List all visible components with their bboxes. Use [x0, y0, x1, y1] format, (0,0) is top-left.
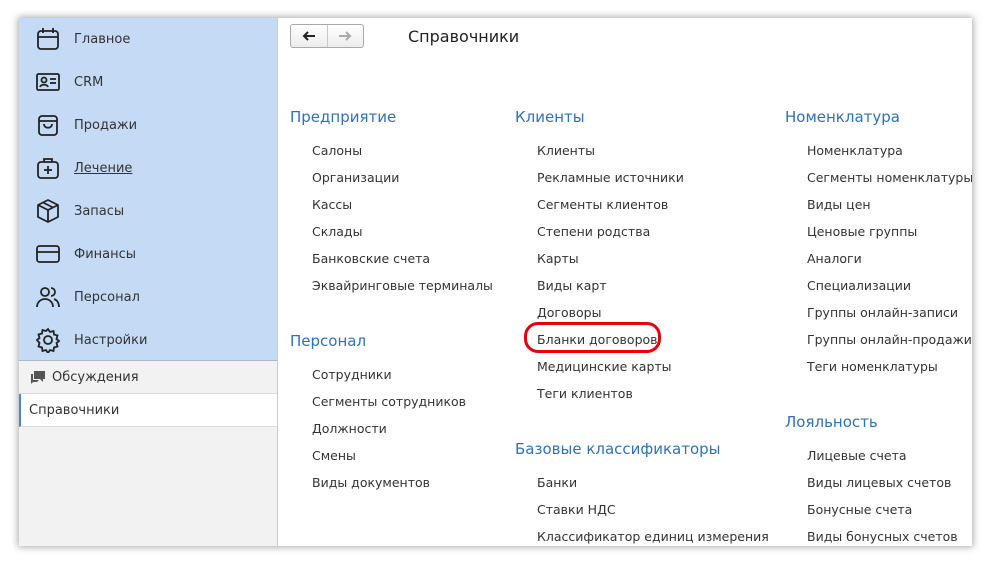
- link-nomenclature-tags[interactable]: Теги номенклатуры: [807, 359, 938, 374]
- link-kinship-degrees[interactable]: Степени родства: [537, 224, 650, 239]
- contact-card-icon: [35, 69, 61, 95]
- sidebar-item-label: CRM: [74, 75, 104, 90]
- gear-icon: [35, 327, 61, 353]
- sidebar-discussions[interactable]: Обсуждения: [19, 361, 277, 394]
- link-client-segments[interactable]: Сегменты клиентов: [537, 197, 668, 212]
- link-personal-account-types[interactable]: Виды лицевых счетов: [807, 475, 951, 490]
- sidebar-item-label: Главное: [74, 32, 131, 47]
- link-acquiring-terminals[interactable]: Эквайринговые терминалы: [312, 278, 493, 293]
- people-icon: [35, 284, 61, 310]
- link-units-classifier[interactable]: Классификатор единиц измерения: [537, 529, 769, 544]
- sidebar-current-label: Справочники: [29, 402, 120, 418]
- link-online-booking-groups[interactable]: Группы онлайн-записи: [807, 305, 958, 320]
- chat-icon: [30, 370, 46, 384]
- link-cards[interactable]: Карты: [537, 251, 579, 266]
- sidebar-item-sales[interactable]: Продажи: [19, 104, 277, 147]
- history-nav: [290, 24, 364, 48]
- credit-card-icon: [35, 241, 61, 267]
- link-organizations[interactable]: Организации: [312, 170, 399, 185]
- sidebar-item-label: Продажи: [74, 118, 138, 133]
- link-bank-accounts[interactable]: Банковские счета: [312, 251, 430, 266]
- sidebar-current-directories[interactable]: Справочники: [19, 394, 277, 427]
- link-nomenclature-segments[interactable]: Сегменты номенклатуры: [807, 170, 972, 185]
- arrow-left-icon: [302, 31, 315, 41]
- sidebar-item-label: Лечение: [74, 161, 133, 176]
- link-medical-records[interactable]: Медицинские карты: [537, 359, 672, 374]
- forward-button[interactable]: [326, 25, 364, 47]
- app-window: Главное CRM Продажи Лечение Запасы Финан…: [19, 18, 972, 546]
- link-price-groups[interactable]: Ценовые группы: [807, 224, 917, 239]
- link-price-types[interactable]: Виды цен: [807, 197, 871, 212]
- link-bonus-accounts[interactable]: Бонусные счета: [807, 502, 912, 517]
- link-warehouses[interactable]: Склады: [312, 224, 362, 239]
- link-employee-segments[interactable]: Сегменты сотрудников: [312, 394, 466, 409]
- sidebar-item-treatment[interactable]: Лечение: [19, 147, 277, 190]
- link-online-sales-groups[interactable]: Группы онлайн-продажи: [807, 332, 972, 347]
- link-personal-accounts[interactable]: Лицевые счета: [807, 448, 907, 463]
- section-title-classifiers: Базовые классификаторы: [515, 440, 721, 458]
- link-bonus-account-types[interactable]: Виды бонусных счетов: [807, 529, 958, 544]
- back-button[interactable]: [291, 25, 327, 47]
- link-salons[interactable]: Салоны: [312, 143, 362, 158]
- medical-case-icon: [35, 155, 61, 181]
- link-contract-forms[interactable]: Бланки договоров: [537, 332, 658, 347]
- link-nomenclature[interactable]: Номенклатура: [807, 143, 903, 158]
- link-positions[interactable]: Должности: [312, 421, 387, 436]
- box-icon: [35, 198, 61, 224]
- section-title-nomenclature: Номенклатура: [785, 108, 900, 126]
- calendar-icon: [35, 26, 61, 52]
- sidebar-item-label: Настройки: [74, 333, 148, 348]
- link-analogs[interactable]: Аналоги: [807, 251, 862, 266]
- link-contracts[interactable]: Договоры: [537, 305, 601, 320]
- link-document-types[interactable]: Виды документов: [312, 475, 430, 490]
- section-title-enterprise: Предприятие: [290, 108, 397, 126]
- sidebar-nav: Главное CRM Продажи Лечение Запасы Финан…: [19, 18, 277, 361]
- sidebar-item-stock[interactable]: Запасы: [19, 190, 277, 233]
- sidebar-item-finance[interactable]: Финансы: [19, 233, 277, 276]
- link-shifts[interactable]: Смены: [312, 448, 356, 463]
- section-title-clients: Клиенты: [515, 108, 585, 126]
- link-vat-rates[interactable]: Ставки НДС: [537, 502, 616, 517]
- link-cash-desks[interactable]: Кассы: [312, 197, 352, 212]
- sidebar: Главное CRM Продажи Лечение Запасы Финан…: [19, 18, 278, 546]
- link-client-tags[interactable]: Теги клиентов: [537, 386, 633, 401]
- link-card-types[interactable]: Виды карт: [537, 278, 607, 293]
- sidebar-item-crm[interactable]: CRM: [19, 61, 277, 104]
- arrow-right-icon: [339, 31, 352, 41]
- sidebar-item-settings[interactable]: Настройки: [19, 319, 277, 362]
- sidebar-item-label: Финансы: [74, 247, 137, 262]
- page-title: Справочники: [408, 27, 520, 46]
- link-specializations[interactable]: Специализации: [807, 278, 911, 293]
- shopping-bag-icon: [35, 112, 61, 138]
- link-employees[interactable]: Сотрудники: [312, 367, 392, 382]
- link-banks[interactable]: Банки: [537, 475, 577, 490]
- sidebar-item-staff[interactable]: Персонал: [19, 276, 277, 319]
- section-title-loyalty: Лояльность: [785, 413, 878, 431]
- sidebar-item-label: Запасы: [74, 204, 125, 219]
- section-title-staff: Персонал: [290, 332, 367, 350]
- link-clients[interactable]: Клиенты: [537, 143, 595, 158]
- main-content: Справочники Предприятие Салоны Организац…: [278, 18, 972, 546]
- sidebar-item-main[interactable]: Главное: [19, 18, 277, 61]
- sidebar-item-label: Персонал: [74, 290, 140, 305]
- sidebar-discussions-label: Обсуждения: [52, 369, 139, 385]
- link-ad-sources[interactable]: Рекламные источники: [537, 170, 684, 185]
